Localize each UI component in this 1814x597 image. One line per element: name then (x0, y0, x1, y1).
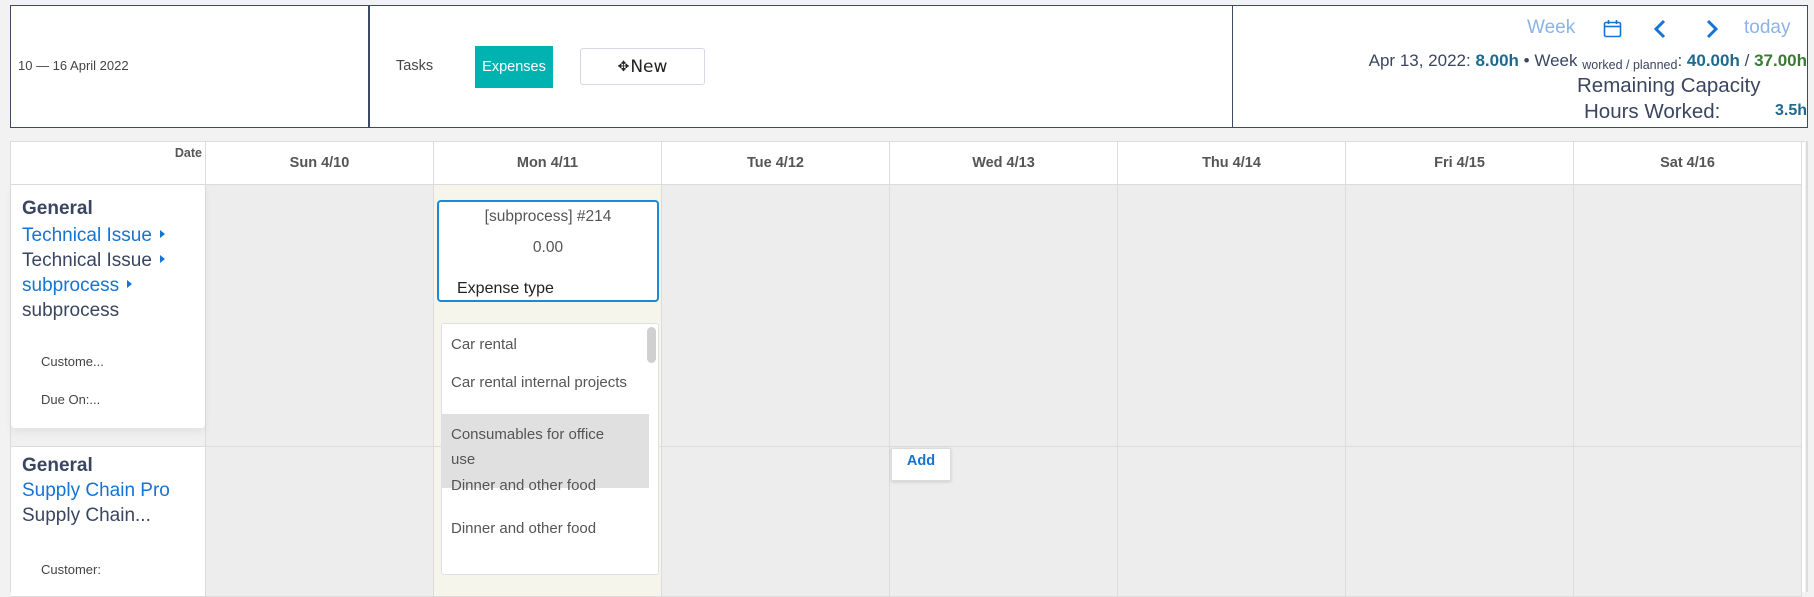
day-cell[interactable] (662, 185, 890, 447)
day-cell[interactable] (1346, 447, 1574, 597)
expense-amount-input[interactable]: 0.00 (439, 239, 657, 257)
row-header-supply-chain: General Supply Chain Pro Supply Chain...… (11, 447, 206, 597)
day-cell[interactable] (662, 447, 890, 597)
chevron-left-icon[interactable] (1651, 18, 1669, 40)
day-header-sun: Sun 4/10 (206, 142, 434, 185)
summary-date: Apr 13, 2022: (1368, 51, 1471, 70)
hours-worked-value: 3.5h (1774, 102, 1807, 119)
date-header-label: Date (174, 146, 202, 160)
week-label: Week (1534, 51, 1578, 70)
move-icon: ✥ (617, 58, 630, 75)
caret-right-icon (127, 280, 133, 288)
new-button[interactable]: ✥ New (580, 48, 705, 85)
week-planned-hours: 37.00h (1754, 51, 1807, 70)
day-header-tue: Tue 4/12 (662, 142, 890, 185)
day-cell[interactable] (890, 185, 1118, 447)
day-cell[interactable] (206, 185, 434, 447)
dropdown-option[interactable]: Car rental (442, 330, 649, 359)
tab-tasks[interactable]: Tasks (396, 58, 433, 74)
day-header-thu: Thu 4/14 (1118, 142, 1346, 185)
project-link[interactable]: Technical Issue (22, 225, 165, 247)
caret-right-icon (159, 230, 165, 238)
customer-label: Customer: (41, 562, 101, 577)
date-column-header: Date (11, 142, 206, 185)
day-header-sat: Sat 4/16 (1574, 142, 1802, 185)
view-week-button[interactable]: Week (1527, 17, 1575, 39)
hours-summary: Apr 13, 2022: 8.00h • Week worked / plan… (1369, 51, 1807, 72)
new-button-label: New (630, 56, 668, 77)
day-cell[interactable] (1118, 447, 1346, 597)
day-header-fri: Fri 4/15 (1346, 142, 1574, 185)
summary-colon: : (1677, 51, 1683, 70)
day-cell[interactable] (206, 447, 434, 597)
add-button[interactable]: Add (891, 448, 951, 481)
task-name: subprocess (22, 300, 120, 321)
week-grid: Date Sun 4/10 Mon 4/11 Tue 4/12 Wed 4/13… (10, 141, 1805, 597)
expense-type-select[interactable]: Expense type (457, 280, 554, 298)
day-header-wed: Wed 4/13 (890, 142, 1118, 185)
grid-scrollbar[interactable] (1806, 141, 1808, 592)
tab-expenses[interactable]: Expenses (475, 46, 553, 88)
day-cell[interactable] (1118, 185, 1346, 447)
project-link[interactable]: Supply Chain Pro (22, 480, 177, 502)
remaining-capacity-label: Remaining Capacity (1577, 74, 1761, 97)
day-cell[interactable] (1574, 185, 1802, 447)
week-worked-hours: 40.00h (1686, 51, 1740, 70)
expense-entry-card[interactable]: [subprocess] #214 0.00 Expense type (437, 200, 659, 302)
day-hours: 8.00h (1475, 51, 1519, 70)
project-name: Technical Issue (22, 250, 165, 272)
chevron-right-icon[interactable] (1703, 18, 1721, 40)
project-name: Supply Chain... (22, 505, 151, 526)
expense-task-title: [subprocess] #214 (484, 208, 612, 225)
customer-label: Custome... (41, 354, 104, 369)
due-on-label: Due On:... (41, 392, 101, 407)
today-button[interactable]: today (1744, 17, 1790, 39)
day-cell[interactable] (1574, 447, 1802, 597)
dropdown-option[interactable]: Dinner and other food (442, 471, 649, 500)
summary-separator: • (1523, 51, 1530, 70)
row-header-technical-issue: General Technical Issue Technical Issue … (11, 185, 206, 447)
row-category: General (22, 455, 93, 476)
dropdown-option[interactable]: Dinner and other food (442, 514, 649, 543)
caret-right-icon (159, 255, 165, 263)
row-category: General (22, 198, 93, 219)
summary-slash: / (1744, 51, 1750, 70)
day-header-mon: Mon 4/11 (434, 142, 662, 185)
stats-section: Week today Apr 13, 2022: 8.00h • Week wo… (1233, 6, 1807, 127)
calendar-icon[interactable] (1603, 19, 1622, 38)
expense-type-dropdown[interactable]: Car rental Car rental internal projects … (441, 323, 659, 575)
day-cell[interactable] (1346, 185, 1574, 447)
hours-worked-label: Hours Worked: (1584, 100, 1721, 123)
date-range-section: 10 — 16 April 2022 (11, 6, 370, 127)
date-range-label: 10 — 16 April 2022 (18, 58, 129, 73)
task-link[interactable]: subprocess (22, 275, 133, 297)
mode-section: Tasks Expenses ✥ New (370, 6, 1233, 127)
dropdown-option[interactable]: Car rental internal projects (442, 368, 649, 397)
dropdown-scrollbar[interactable] (647, 327, 656, 363)
week-sublabel: worked / planned (1582, 58, 1678, 72)
toolbar-panel: 10 — 16 April 2022 Tasks Expenses ✥ New W… (10, 5, 1808, 128)
